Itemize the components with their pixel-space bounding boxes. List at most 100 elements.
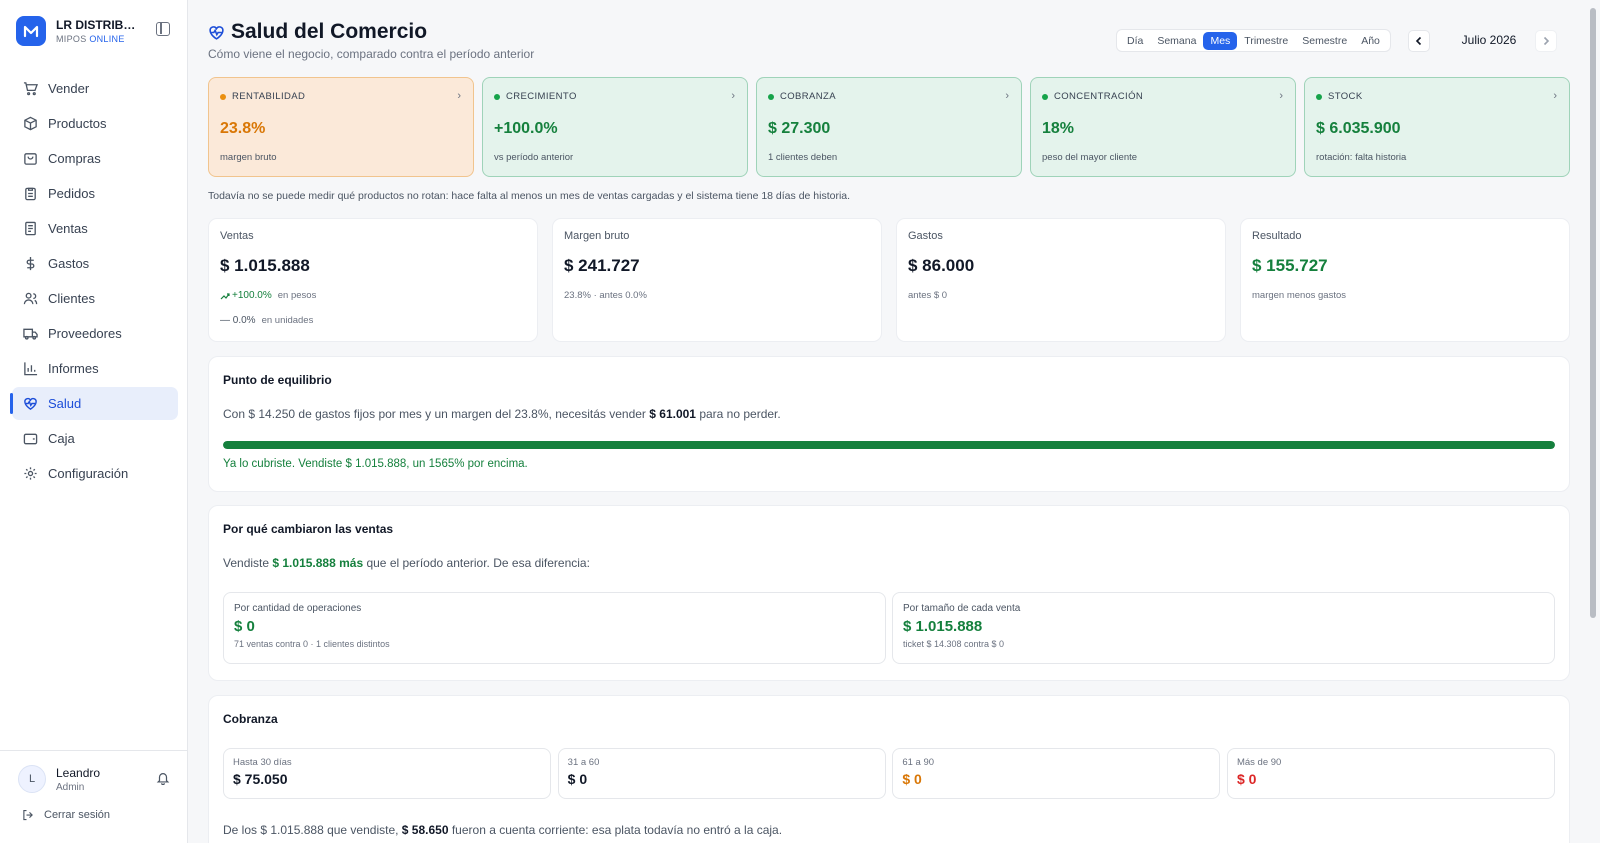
chevron-right-icon: ›: [457, 90, 461, 102]
chevron-left-icon: [1415, 36, 1422, 46]
status-dot: [1042, 93, 1048, 100]
current-period-label: Julio 2026: [1461, 33, 1517, 47]
sidebar-item-label: Clientes: [48, 291, 95, 306]
change-pesos-label: en pesos: [277, 290, 317, 301]
sidebar-nav: Vender Productos Compras Pedidos Ventas …: [10, 72, 178, 492]
sidebar-item-label: Vender: [48, 81, 90, 96]
sidebar-item-label: Pedidos: [48, 186, 95, 201]
user-panel: L Leandro Admin Cerrar sesión: [0, 750, 188, 821]
main-content: Salud del Comercio Cómo viene el negocio…: [208, 0, 1570, 843]
change-units-label: en unidades: [261, 315, 314, 326]
metric-gastos: Gastos $ 86.000 antes $ 0: [896, 218, 1226, 342]
period-semana-button[interactable]: Semana: [1150, 32, 1203, 50]
kpi-note: 1 clientes deben: [768, 152, 838, 163]
sidebar-item-label: Informes: [48, 361, 99, 376]
sidebar-item-compras[interactable]: Compras: [12, 142, 178, 175]
collections-amount: $ 58.650: [401, 823, 449, 837]
breakeven-status: Ya lo cubriste. Vendiste $ 1.015.888, un…: [223, 458, 528, 470]
subbox-label: Por cantidad de operaciones: [234, 603, 362, 614]
box-icon: [22, 116, 38, 132]
sidebar-item-salud[interactable]: Salud: [10, 387, 178, 420]
bell-icon[interactable]: [156, 771, 170, 788]
sidebar: LR DISTRIBUID... MIPOS ONLINE Vender Pro…: [0, 0, 188, 843]
breakeven-card: Punto de equilibrio Con $ 14.250 de gast…: [208, 356, 1570, 492]
kpi-stock[interactable]: STOCK › $ 6.035.900 rotación: falta hist…: [1304, 77, 1570, 177]
aging-bucket-60: 31 a 60 $ 0: [557, 748, 886, 799]
period-mes-button[interactable]: Mes: [1203, 31, 1238, 50]
subbox-note: ticket $ 14.308 contra $ 0: [903, 639, 1005, 649]
brand-name: LR DISTRIBUID...: [56, 18, 142, 32]
user-role: Admin: [56, 781, 85, 793]
collections-text: De los $ 1.015.888 que vendiste, $ 58.65…: [223, 823, 783, 837]
bar-chart-icon: [22, 361, 38, 377]
collapse-sidebar-icon[interactable]: [156, 22, 170, 36]
kpi-label: STOCK: [1328, 91, 1363, 102]
kpi-cobranza[interactable]: COBRANZA › $ 27.300 1 clientes deben: [756, 77, 1022, 177]
period-trimestre-button[interactable]: Trimestre: [1237, 32, 1295, 50]
collections-card: Cobranza Hasta 30 días $ 75.050 31 a 60 …: [208, 695, 1570, 843]
kpi-cards: RENTABILIDAD › 23.8% margen bruto CRECIM…: [208, 77, 1570, 177]
sidebar-item-vender[interactable]: Vender: [12, 72, 178, 105]
card-title: Punto de equilibrio: [223, 373, 332, 387]
chevron-right-icon: ›: [1005, 90, 1009, 102]
kpi-crecimiento[interactable]: CRECIMIENTO › +100.0% vs período anterio…: [482, 77, 748, 177]
status-dot: [768, 93, 774, 100]
sidebar-item-pedidos[interactable]: Pedidos: [12, 177, 178, 210]
sidebar-item-label: Productos: [48, 116, 107, 131]
sidebar-item-label: Ventas: [48, 221, 88, 236]
chevron-right-icon: [1543, 36, 1550, 46]
sidebar-item-caja[interactable]: Caja: [12, 422, 178, 455]
heart-pulse-icon: [208, 24, 225, 41]
previous-period-button[interactable]: [1408, 30, 1430, 52]
metric-value: $ 1.015.888: [220, 256, 310, 275]
metric-label: Ventas: [220, 230, 254, 242]
kpi-concentracion[interactable]: CONCENTRACIÓN › 18% peso del mayor clien…: [1030, 77, 1296, 177]
aging-bucket-90plus: Más de 90 $ 0: [1226, 748, 1555, 799]
sidebar-item-proveedores[interactable]: Proveedores: [12, 317, 178, 350]
page-scrollbar[interactable]: [1590, 8, 1596, 618]
kpi-rentabilidad[interactable]: RENTABILIDAD › 23.8% margen bruto: [208, 77, 474, 177]
kpi-value: 23.8%: [220, 120, 266, 137]
metric-sub: margen menos gastos: [1252, 290, 1346, 301]
trend-up-icon: [220, 292, 230, 300]
metric-value: $ 155.727: [1252, 256, 1328, 275]
aging-value: $ 0: [567, 771, 588, 787]
aging-bucket-30: Hasta 30 días $ 75.050: [223, 748, 551, 799]
kpi-note: peso del mayor cliente: [1042, 152, 1138, 163]
kpi-value: 18%: [1042, 120, 1075, 137]
metric-value: $ 241.727: [564, 256, 640, 275]
sales-change-amount: $ 1.015.888 más: [272, 556, 364, 570]
aging-label: Más de 90: [1236, 757, 1282, 768]
breakeven-text: Con $ 14.250 de gastos fijos por mes y u…: [223, 407, 781, 421]
kpi-value: +100.0%: [494, 120, 558, 137]
avatar[interactable]: L: [18, 765, 46, 793]
kpi-label: COBRANZA: [780, 91, 836, 102]
aging-label: 61 a 90: [902, 757, 935, 768]
next-period-button[interactable]: [1535, 30, 1557, 52]
sidebar-item-informes[interactable]: Informes: [12, 352, 178, 385]
sidebar-item-ventas[interactable]: Ventas: [12, 212, 178, 245]
brand-logo-icon: [16, 16, 46, 46]
period-ano-button[interactable]: Año: [1354, 32, 1387, 50]
logout-button[interactable]: Cerrar sesión: [18, 809, 170, 821]
brand[interactable]: LR DISTRIBUID... MIPOS ONLINE: [16, 14, 176, 48]
sidebar-item-label: Salud: [48, 396, 82, 411]
clipboard-icon: [22, 186, 38, 202]
progress-fill: [223, 441, 1555, 449]
sidebar-item-clientes[interactable]: Clientes: [12, 282, 178, 315]
metric-sub: antes $ 0: [908, 290, 948, 301]
period-selector: Día Semana Mes Trimestre Semestre Año: [1116, 29, 1391, 52]
period-semestre-button[interactable]: Semestre: [1295, 32, 1354, 50]
aging-buckets: Hasta 30 días $ 75.050 31 a 60 $ 0 61 a …: [223, 748, 1555, 799]
kpi-note: vs período anterior: [494, 152, 574, 163]
breakeven-amount: $ 61.001: [649, 407, 696, 421]
aging-value: $ 0: [902, 771, 922, 787]
sidebar-item-label: Proveedores: [48, 326, 122, 341]
chevron-right-icon: ›: [1279, 90, 1283, 102]
aging-label: Hasta 30 días: [233, 757, 292, 768]
sidebar-item-productos[interactable]: Productos: [12, 107, 178, 140]
sidebar-item-configuracion[interactable]: Configuración: [12, 457, 178, 490]
sidebar-item-gastos[interactable]: Gastos: [12, 247, 178, 280]
kpi-note: margen bruto: [220, 152, 277, 163]
period-dia-button[interactable]: Día: [1120, 32, 1150, 50]
